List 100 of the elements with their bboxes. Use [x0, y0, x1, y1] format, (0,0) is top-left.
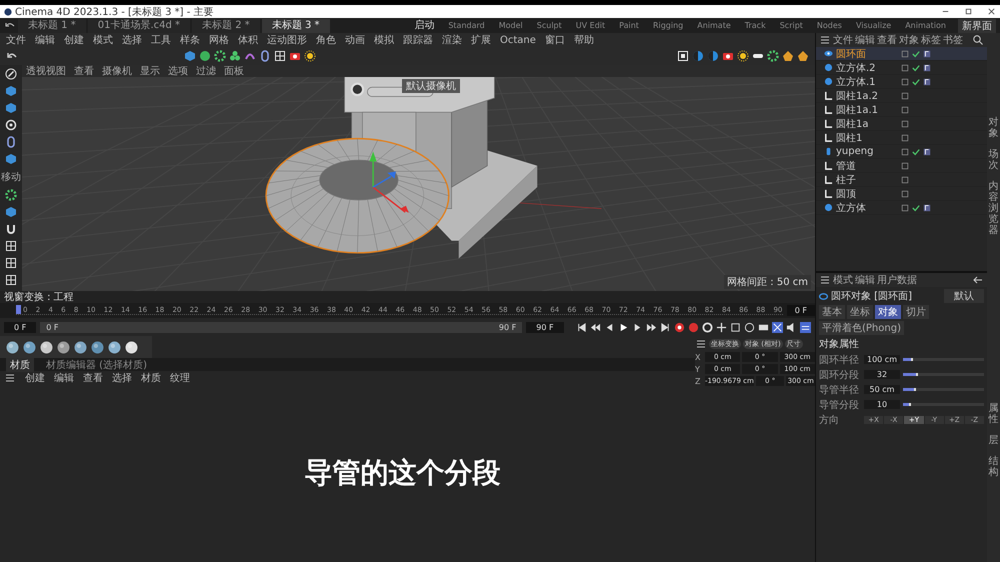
- menu-item[interactable]: 工具: [151, 33, 171, 47]
- object-row[interactable]: 圆柱1a.1: [816, 103, 987, 117]
- end-frame-field[interactable]: 90 F: [526, 322, 564, 332]
- menu-item[interactable]: 选择: [112, 370, 132, 384]
- layout-tab[interactable]: Paint: [613, 20, 645, 32]
- menu-item[interactable]: 扩展: [471, 33, 491, 47]
- menu-item[interactable]: Octane: [500, 34, 536, 46]
- layout-tab[interactable]: Rigging: [646, 20, 690, 32]
- object-row[interactable]: yupeng: [816, 145, 987, 159]
- object-name: yupeng: [836, 146, 874, 157]
- object-row[interactable]: 柱子: [816, 173, 987, 187]
- timeline-header: 视窗变换 : 工程: [4, 290, 74, 304]
- menu-item[interactable]: 创建: [25, 370, 45, 384]
- layout-tab[interactable]: Animate: [691, 20, 737, 32]
- menu-item[interactable]: 编辑: [35, 33, 55, 47]
- menu-item[interactable]: 纹理: [170, 370, 190, 384]
- menu-item[interactable]: 样条: [180, 33, 200, 47]
- side-tab[interactable]: 层: [988, 435, 998, 446]
- current-frame-field[interactable]: 0 F: [786, 305, 815, 316]
- attribute-tab[interactable]: 切片: [903, 305, 929, 319]
- document-tab[interactable]: 未标题 3 *: [262, 18, 330, 32]
- viewport-tab[interactable]: 透视视图: [26, 64, 66, 78]
- menu-item[interactable]: 跟踪器: [403, 33, 433, 47]
- object-row[interactable]: 立方体.1: [816, 75, 987, 89]
- layout-tab[interactable]: Visualize: [850, 20, 898, 32]
- menu-item[interactable]: 模式: [93, 33, 113, 47]
- attribute-tab[interactable]: 坐标: [847, 305, 873, 319]
- frame-range-bar[interactable]: 0 F 90 F: [40, 322, 522, 332]
- side-tab[interactable]: 对象: [988, 116, 998, 139]
- layout-tab[interactable]: Nodes: [810, 20, 848, 32]
- layout-tab[interactable]: Script: [774, 20, 809, 32]
- document-tab[interactable]: 01卡通场景.c4d *: [88, 18, 190, 32]
- viewport-menu-item[interactable]: 面板: [224, 64, 244, 78]
- viewport-menu-item[interactable]: 过滤: [196, 64, 216, 78]
- menu-item[interactable]: 查看: [83, 370, 103, 384]
- material-tab[interactable]: 材质: [6, 358, 34, 372]
- value-field[interactable]: 50 cm: [864, 385, 900, 394]
- menu-item[interactable]: 编辑: [855, 33, 875, 47]
- menu-item[interactable]: 动画: [345, 33, 365, 47]
- object-row[interactable]: 圆环面: [816, 47, 987, 61]
- object-name: 圆环面: [836, 48, 867, 60]
- menu-item[interactable]: 角色: [316, 33, 336, 47]
- layout-tab[interactable]: UV Edit: [570, 20, 612, 32]
- side-tab[interactable]: 属性: [988, 403, 998, 426]
- menu-item[interactable]: 渲染: [442, 33, 462, 47]
- material-tab[interactable]: 材质编辑器 (选择材质): [42, 358, 151, 372]
- object-row[interactable]: 圆柱1a.2: [816, 89, 987, 103]
- menu-item[interactable]: 模拟: [374, 33, 394, 47]
- menu-item[interactable]: 文件: [833, 33, 853, 47]
- menu-item[interactable]: 书签: [943, 33, 963, 47]
- menu-item[interactable]: 模式: [833, 273, 853, 287]
- menu-item[interactable]: 窗口: [544, 33, 565, 47]
- layout-tab[interactable]: Sculpt: [530, 20, 568, 32]
- layout-tab[interactable]: Model: [492, 20, 529, 32]
- value-field[interactable]: 100 cm: [864, 355, 900, 364]
- menu-item[interactable]: 网格: [209, 33, 229, 47]
- menu-item[interactable]: 帮助: [574, 33, 594, 47]
- viewport-menu-item[interactable]: 显示: [140, 64, 160, 78]
- object-row[interactable]: 圆柱1: [816, 131, 987, 145]
- menu-item[interactable]: 材质: [141, 370, 161, 384]
- field-label: 圆环半径: [819, 354, 860, 366]
- side-tab[interactable]: 内容浏览器: [988, 180, 998, 236]
- object-row[interactable]: 圆顶: [816, 187, 987, 201]
- layout-tab[interactable]: Track: [738, 20, 772, 32]
- side-tab[interactable]: 结构: [988, 456, 998, 478]
- menu-item[interactable]: 用户数据: [877, 273, 917, 287]
- document-tab[interactable]: 未标题 2 *: [192, 18, 260, 32]
- menu-item[interactable]: 对象: [899, 33, 919, 47]
- menu-item[interactable]: 查看: [877, 33, 897, 47]
- viewport-menu-item[interactable]: 摄像机: [102, 64, 132, 78]
- menu-item[interactable]: 编辑: [54, 370, 74, 384]
- camera-label[interactable]: 默认摄像机: [402, 79, 460, 93]
- layout-tab[interactable]: Standard: [442, 20, 491, 32]
- object-row[interactable]: 立方体: [816, 201, 987, 215]
- object-row[interactable]: 管道: [816, 159, 987, 173]
- new-layout-button[interactable]: 新界面: [958, 18, 996, 32]
- menu-item[interactable]: 创建: [64, 33, 84, 47]
- object-name: 圆柱1a: [836, 118, 870, 130]
- menu-item[interactable]: 选择: [122, 33, 142, 47]
- menu-item[interactable]: 体积: [238, 33, 258, 47]
- value-field[interactable]: 10: [864, 400, 900, 409]
- side-tab[interactable]: 场次: [988, 148, 998, 171]
- value-field[interactable]: 32: [864, 370, 900, 379]
- viewport-menu-item[interactable]: 选项: [168, 64, 188, 78]
- menu-item[interactable]: 运动图形: [267, 33, 307, 47]
- axis-label: X: [695, 352, 702, 362]
- document-tab[interactable]: 未标题 1 *: [18, 18, 86, 32]
- preset-dropdown[interactable]: 默认: [944, 289, 984, 303]
- attribute-tab[interactable]: 对象: [875, 305, 901, 319]
- viewport-menu-item[interactable]: 查看: [74, 64, 94, 78]
- object-row[interactable]: 圆柱1a: [816, 117, 987, 131]
- object-row[interactable]: 立方体.2: [816, 61, 987, 75]
- field-label: 圆环分段: [819, 368, 860, 382]
- attribute-tab[interactable]: 基本: [819, 305, 845, 319]
- start-frame-field[interactable]: 0 F: [4, 322, 36, 332]
- menu-item[interactable]: 标签: [921, 33, 941, 47]
- layout-tab[interactable]: Animation: [899, 20, 952, 32]
- menu-item[interactable]: 文件: [6, 33, 26, 47]
- attribute-tab[interactable]: 平滑着色(Phong): [819, 321, 904, 335]
- menu-item[interactable]: 编辑: [855, 273, 875, 287]
